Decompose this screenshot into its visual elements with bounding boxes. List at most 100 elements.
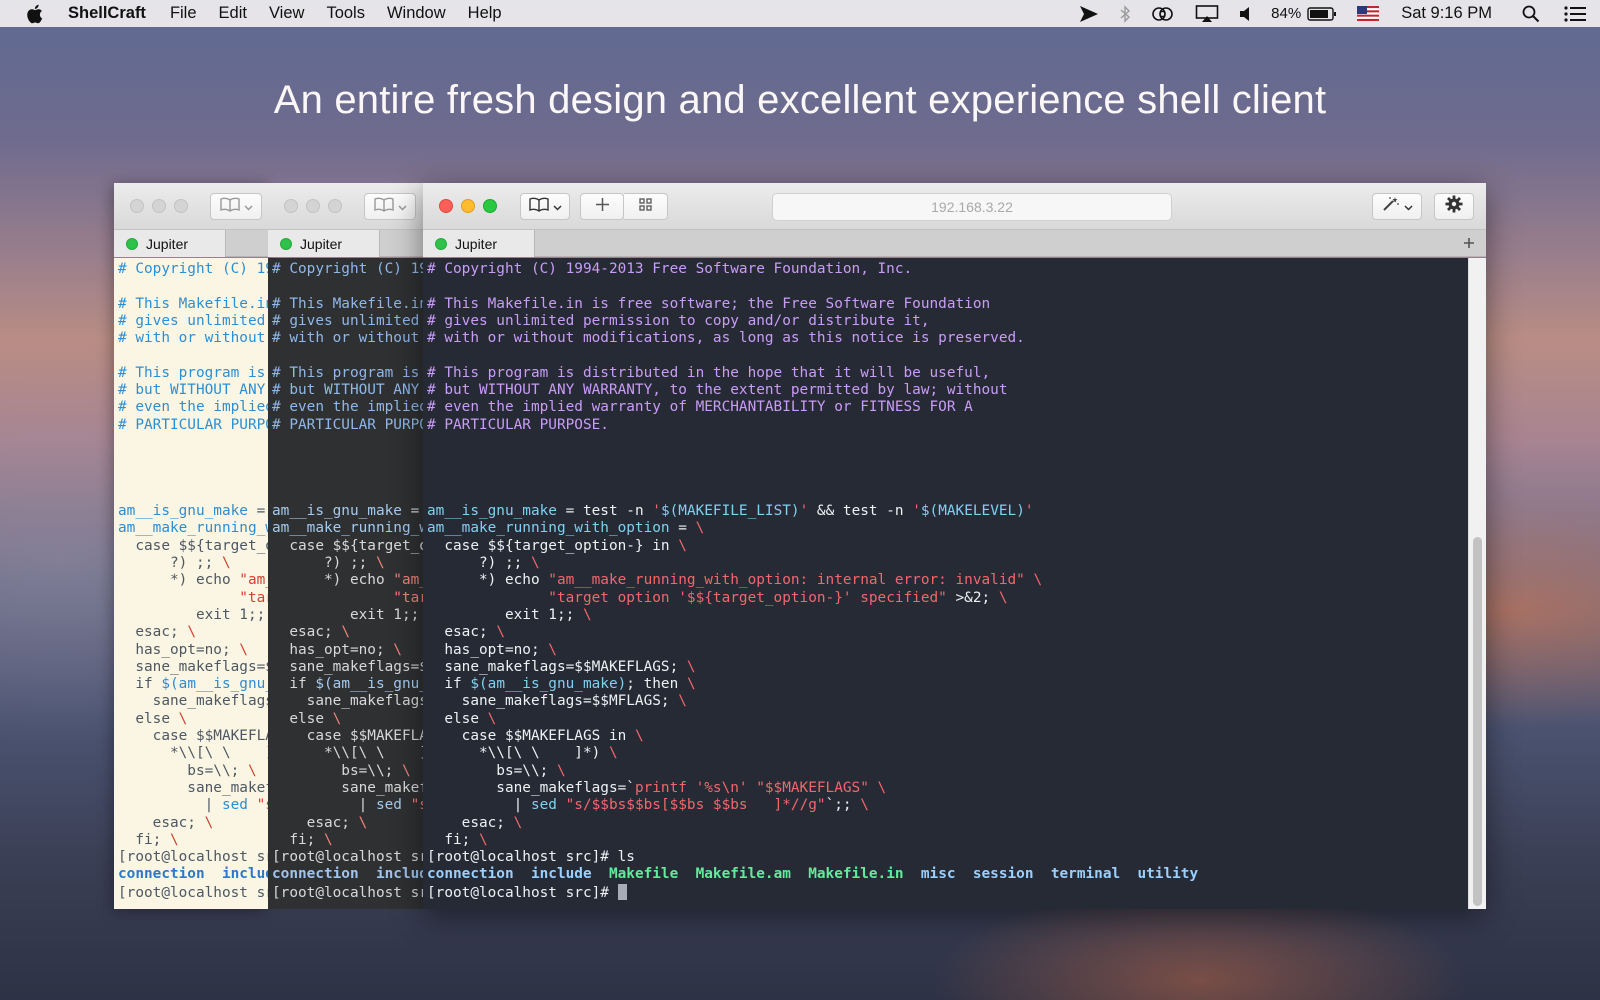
apple-menu-icon[interactable]: [26, 3, 46, 25]
terminal-text: \: [877, 779, 887, 796]
terminal-line: # even the implied warranty of MERCHANTA…: [118, 399, 268, 416]
terminal-text: # even the implied warranty of MERCHANTA…: [118, 399, 268, 416]
window-controls: [439, 199, 497, 213]
new-tab-button[interactable]: [580, 193, 624, 220]
terminal-text: ': [912, 503, 921, 520]
scrollbar[interactable]: [1468, 258, 1486, 909]
terminal-text: [root@localhost src]#: [118, 884, 268, 901]
terminal-text: am__is_gnu_make: [272, 503, 402, 520]
terminal-text: exit 1;;: [272, 606, 423, 623]
terminal-line: connection include Makefile Makefile.am …: [118, 866, 268, 883]
gear-icon: [1445, 195, 1463, 218]
terminal-text: # even the implied warranty of MERCHANTA…: [427, 399, 973, 416]
volume-icon[interactable]: [1239, 6, 1253, 22]
terminal-text: # This Makefile.in is free software; the…: [427, 295, 991, 312]
terminal-text: = test -n: [556, 503, 653, 520]
terminal-text: ; then: [626, 676, 687, 693]
airplay-icon[interactable]: [1195, 4, 1219, 23]
terminal-text: \: [478, 831, 488, 848]
magic-wand-button[interactable]: [1372, 193, 1422, 220]
terminal-text: has_opt=no;: [272, 641, 394, 658]
minimize-button[interactable]: [306, 199, 320, 213]
terminal-window-light[interactable]: Jupiter # Copyright (C) 1994-2013 Free S…: [114, 183, 268, 909]
chevron-down-icon: [397, 198, 407, 216]
terminal-line: am__is_gnu_make = test -n '$(MAKEFILE_LI…: [118, 503, 268, 520]
terminal-text: bs=\\;: [272, 762, 402, 779]
host-address-field[interactable]: 192.168.3.22: [772, 193, 1172, 221]
terminal-text: ?) ;;: [272, 555, 376, 572]
menu-tools[interactable]: Tools: [326, 4, 365, 23]
terminal-text: [root@localhost src]#: [427, 884, 618, 901]
menu-help[interactable]: Help: [468, 4, 502, 23]
notification-center-icon[interactable]: [1564, 5, 1586, 22]
close-button[interactable]: [130, 199, 144, 213]
close-button[interactable]: [284, 199, 298, 213]
terminal-output[interactable]: # Copyright (C) 1994-2013 Free Software …: [268, 258, 423, 909]
bookmarks-button[interactable]: [364, 193, 416, 220]
terminal-text: bs=\\;: [427, 762, 557, 779]
terminal-line: else \: [427, 711, 1468, 728]
zoom-button[interactable]: [483, 199, 497, 213]
terminal-text: session: [972, 866, 1034, 883]
terminal-window-grey[interactable]: Jupiter # Copyright (C) 1994-2013 Free S…: [268, 183, 423, 909]
terminal-text: include: [530, 866, 592, 883]
battery-icon[interactable]: [1307, 6, 1337, 22]
terminal-text: "s/$$bs$$bs[$$bs $$bs ]*//g": [256, 797, 268, 814]
location-arrow-icon[interactable]: [1079, 5, 1099, 23]
zoom-button[interactable]: [328, 199, 342, 213]
terminal-text: \: [393, 641, 402, 658]
terminal-output[interactable]: # Copyright (C) 1994-2013 Free Software …: [114, 258, 268, 909]
bookmarks-button[interactable]: [210, 193, 262, 220]
terminal-line: sane_makeflags=$$MAKEFLAGS; \: [118, 659, 268, 676]
tab-jupiter[interactable]: Jupiter: [268, 230, 380, 257]
terminal-line: fi; \: [272, 832, 423, 849]
terminal-line: *\\[\ \ ]*) \: [272, 745, 423, 762]
minimize-button[interactable]: [152, 199, 166, 213]
bookmarks-button[interactable]: [520, 193, 570, 220]
terminal-text: "s/$$bs$$bs[$$bs $$bs ]*//g": [565, 797, 826, 814]
terminal-line: # but WITHOUT ANY WARRANTY, to the exten…: [427, 382, 1468, 399]
terminal-line: sane_makeflags=$$MFLAGS; \: [272, 693, 423, 710]
terminal-line: # PARTICULAR PURPOSE.: [427, 417, 1468, 434]
tab-bar: Jupiter: [423, 230, 1486, 257]
tab-label: Jupiter: [146, 235, 189, 252]
us-flag-icon[interactable]: [1357, 6, 1380, 21]
zoom-button[interactable]: [174, 199, 188, 213]
terminal-text: fi;: [272, 831, 324, 848]
menu-edit[interactable]: Edit: [219, 4, 247, 23]
scrollbar-thumb[interactable]: [1473, 537, 1482, 906]
minimize-button[interactable]: [461, 199, 475, 213]
bluetooth-icon[interactable]: [1119, 4, 1131, 23]
tab-jupiter[interactable]: Jupiter: [114, 230, 226, 257]
close-button[interactable]: [439, 199, 453, 213]
menu-window[interactable]: Window: [387, 4, 446, 23]
terminal-line: # gives unlimited permission to copy and…: [272, 313, 423, 330]
settings-button[interactable]: [1434, 193, 1474, 220]
app-name-menu[interactable]: ShellCraft: [68, 4, 146, 23]
terminal-text: $(am__is_gnu_make): [161, 676, 268, 693]
menu-view[interactable]: View: [269, 4, 304, 23]
terminal-window-dark[interactable]: 192.168.3.22 Jupiter # Copyright (C) 199…: [423, 183, 1486, 909]
terminal-text: [root@localhost src]# ls: [272, 849, 423, 866]
terminal-output[interactable]: # Copyright (C) 1994-2013 Free Software …: [423, 258, 1468, 909]
clock[interactable]: Sat 9:16 PM: [1401, 4, 1492, 23]
tab-jupiter[interactable]: Jupiter: [423, 230, 535, 257]
window-toolbar: [114, 183, 268, 230]
terminal-text: # but WITHOUT ANY WARRANTY, to the exten…: [427, 382, 1008, 399]
terminal-text: # with or without modifications, as long…: [272, 330, 420, 347]
spotlight-icon[interactable]: [1522, 5, 1540, 23]
add-tab-plus-icon[interactable]: [1460, 234, 1478, 252]
battery-percent[interactable]: 84%: [1271, 5, 1301, 22]
grid-view-button[interactable]: [624, 193, 668, 220]
menu-file[interactable]: File: [170, 4, 197, 23]
terminal-text: am__make_running_with_option: [272, 520, 423, 537]
creative-cloud-icon[interactable]: [1151, 6, 1175, 22]
terminal-text: $(MAKEFILE_LIST): [660, 503, 800, 520]
terminal-line: case $$MAKEFLAGS in \: [427, 728, 1468, 745]
